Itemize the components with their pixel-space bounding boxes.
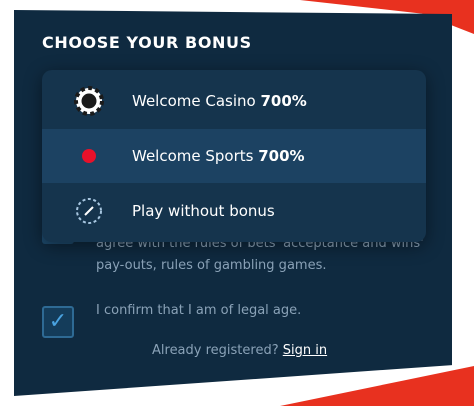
casino-chip-icon	[74, 86, 104, 116]
bonus-option-no-bonus[interactable]: Play without bonus	[42, 184, 426, 238]
red-dot-icon	[74, 141, 104, 171]
signin-link[interactable]: Sign in	[283, 343, 327, 358]
checkmark-icon: ✓	[48, 309, 68, 334]
bonus-option-label: Play without bonus	[132, 202, 275, 220]
bonus-option-label: Welcome Sports 700%	[132, 147, 305, 165]
bonus-modal-screen: CHOOSE YOUR BONUS agree with the rules o…	[0, 0, 474, 406]
bonus-option-label: Welcome Casino 700%	[132, 92, 307, 110]
age-confirm-label: I confirm that I am of legal age.	[96, 303, 302, 318]
signin-prompt: Already registered? Sign in	[152, 343, 327, 358]
bonus-option-sports[interactable]: Welcome Sports 700%	[42, 129, 426, 183]
bonus-option-casino[interactable]: Welcome Casino 700%	[42, 74, 426, 128]
page-title: CHOOSE YOUR BONUS	[42, 33, 252, 52]
already-registered-text: Already registered?	[152, 343, 279, 358]
no-bonus-icon	[74, 196, 104, 226]
age-confirm-checkbox[interactable]: ✓	[42, 306, 74, 338]
bonus-dropdown: Welcome Casino 700% Welcome Sports 700% …	[42, 70, 426, 242]
